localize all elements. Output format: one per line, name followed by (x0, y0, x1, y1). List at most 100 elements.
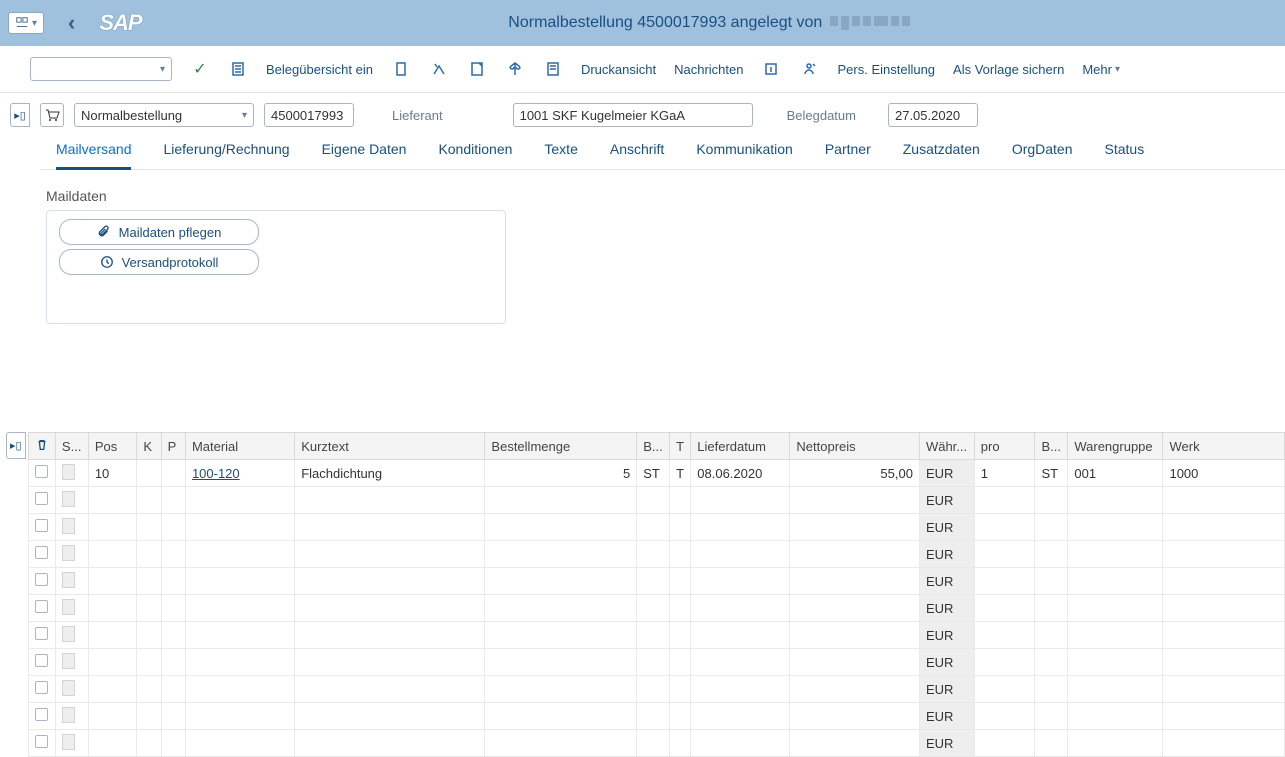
tab-eigenedaten[interactable]: Eigene Daten (322, 133, 407, 169)
row-checkbox[interactable] (35, 735, 48, 748)
col-material[interactable]: Material (185, 433, 294, 460)
doc-date-label: Belegdatum (787, 108, 856, 123)
save-check-button[interactable]: ✓ (190, 59, 210, 79)
col-kurztext[interactable]: Kurztext (295, 433, 485, 460)
redacted-user (830, 16, 910, 30)
chevron-down-icon: ▾ (160, 64, 165, 75)
col-wg[interactable]: Warengruppe (1068, 433, 1163, 460)
header-collapse-button[interactable]: ▸▯ (10, 103, 30, 127)
tab-status[interactable]: Status (1105, 133, 1145, 169)
more-button[interactable]: Mehr▾ (1082, 62, 1120, 77)
titlebar: ▾ ‹ SAP Normalbestellung 4500017993 ange… (0, 0, 1285, 46)
chevron-down-icon: ▾ (242, 110, 247, 121)
tab-lieferungrechnung[interactable]: Lieferung/Rechnung (163, 133, 289, 169)
person-icon[interactable] (799, 59, 819, 79)
grid-collapse-button[interactable]: ▸▯ (6, 432, 26, 459)
tab-orgdaten[interactable]: OrgDaten (1012, 133, 1073, 169)
table-row[interactable]: EUR (28, 541, 1284, 568)
tab-anschrift[interactable]: Anschrift (610, 133, 664, 169)
tab-zusatzdaten[interactable]: Zusatzdaten (903, 133, 980, 169)
back-button[interactable]: ‹ (68, 10, 75, 36)
balance-icon[interactable] (505, 59, 525, 79)
table-row[interactable]: EUR (28, 730, 1284, 757)
system-menu-button[interactable]: ▾ (8, 12, 44, 34)
col-menge[interactable]: Bestellmenge (485, 433, 637, 460)
tab-mailversand[interactable]: Mailversand (56, 133, 131, 170)
row-checkbox[interactable] (35, 600, 48, 613)
chevron-down-icon: ▾ (1115, 64, 1120, 75)
panel-title: Maildaten (46, 188, 1239, 204)
col-lieferdatum[interactable]: Lieferdatum (691, 433, 790, 460)
print-view-button[interactable]: Druckansicht (581, 62, 656, 77)
header-tabs: Mailversand Lieferung/Rechnung Eigene Date… (40, 133, 1285, 170)
col-werk[interactable]: Werk (1163, 433, 1285, 460)
delete-icon[interactable] (35, 440, 49, 455)
supplier-field[interactable]: 1001 SKF Kugelmeier KGaA (513, 103, 753, 127)
status-indicator (62, 518, 75, 534)
row-checkbox[interactable] (35, 627, 48, 640)
cart-icon (40, 103, 64, 127)
dispatch-protocol-button[interactable]: Versandprotokoll (59, 249, 259, 275)
maintain-maildata-button[interactable]: Maildaten pflegen (59, 219, 259, 245)
row-checkbox[interactable] (35, 681, 48, 694)
status-indicator (62, 653, 75, 669)
sap-logo: SAP (99, 10, 141, 36)
row-checkbox[interactable] (35, 465, 48, 478)
col-s[interactable]: S... (55, 433, 88, 460)
tab-konditionen[interactable]: Konditionen (438, 133, 512, 169)
col-pro[interactable]: pro (974, 433, 1035, 460)
tab-texte[interactable]: Texte (544, 133, 577, 169)
info-icon[interactable] (761, 59, 781, 79)
tab-partner[interactable]: Partner (825, 133, 871, 169)
status-indicator (62, 680, 75, 696)
col-netto[interactable]: Nettopreis (790, 433, 920, 460)
status-indicator (62, 626, 75, 642)
supplier-label: Lieferant (392, 108, 443, 123)
item-grid: ▸▯ S...PosKPMaterialKurztextBestellmenge… (0, 432, 1285, 757)
row-checkbox[interactable] (35, 519, 48, 532)
clock-icon (100, 255, 114, 269)
status-indicator (62, 545, 75, 561)
table-row[interactable]: EUR (28, 514, 1284, 541)
col-waehr[interactable]: Währ... (919, 433, 974, 460)
material-link[interactable]: 100-120 (192, 466, 240, 481)
tab-kommunikation[interactable]: Kommunikation (696, 133, 793, 169)
command-field[interactable]: ▾ (30, 57, 172, 81)
overview-button[interactable]: Belegübersicht ein (266, 62, 373, 77)
table-row[interactable]: EUR (28, 568, 1284, 595)
table-row[interactable]: EUR (28, 676, 1284, 703)
order-type-select[interactable]: Normalbestellung▾ (74, 103, 254, 127)
table-row[interactable]: EUR (28, 649, 1284, 676)
status-indicator (62, 572, 75, 588)
attachment-icon[interactable] (543, 59, 563, 79)
row-checkbox[interactable] (35, 546, 48, 559)
col-p[interactable]: P (161, 433, 185, 460)
table-row[interactable]: EUR (28, 703, 1284, 730)
document-icon[interactable] (228, 59, 248, 79)
order-number-field[interactable]: 4500017993 (264, 103, 354, 127)
status-indicator (62, 464, 75, 480)
table-row[interactable]: EUR (28, 595, 1284, 622)
row-checkbox[interactable] (35, 654, 48, 667)
row-checkbox[interactable] (35, 573, 48, 586)
application-toolbar: ▾ ✓ Belegübersicht ein Druckansicht Nach… (0, 46, 1285, 93)
print-preview-icon[interactable] (467, 59, 487, 79)
table-row[interactable]: 10100-120Flachdichtung5STT08.06.202055,0… (28, 460, 1284, 487)
col-t[interactable]: T (670, 433, 691, 460)
row-checkbox[interactable] (35, 708, 48, 721)
status-indicator (62, 599, 75, 615)
col-bpr[interactable]: B... (1035, 433, 1068, 460)
personal-settings-button[interactable]: Pers. Einstellung (837, 62, 935, 77)
row-checkbox[interactable] (35, 492, 48, 505)
table-row[interactable]: EUR (28, 622, 1284, 649)
release-icon[interactable] (429, 59, 449, 79)
doc-date-field[interactable]: 27.05.2020 (888, 103, 978, 127)
mail-panel: Maildaten Maildaten pflegen Versandproto… (0, 170, 1285, 342)
col-k[interactable]: K (137, 433, 161, 460)
messages-button[interactable]: Nachrichten (674, 62, 743, 77)
col-pos[interactable]: Pos (88, 433, 137, 460)
table-row[interactable]: EUR (28, 487, 1284, 514)
clipboard-icon[interactable] (391, 59, 411, 79)
col-bme[interactable]: B... (637, 433, 670, 460)
save-template-button[interactable]: Als Vorlage sichern (953, 62, 1064, 77)
